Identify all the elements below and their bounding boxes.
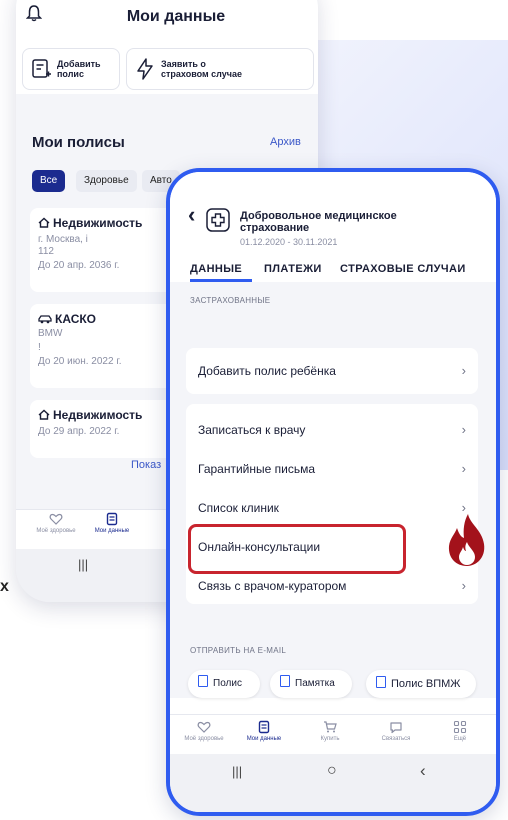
show-more-link[interactable]: Показ: [131, 459, 161, 471]
policy-title-row: Недвижимость: [38, 408, 142, 422]
policy-title: Недвижимость: [53, 216, 143, 230]
front-phone: ‹ Добровольное медицинское страхование 0…: [166, 168, 500, 816]
policy-dates: 01.12.2020 - 30.11.2021: [240, 237, 338, 247]
nav-contact[interactable]: Связаться: [366, 720, 426, 742]
heart-icon: [49, 513, 63, 525]
filter-chip-all[interactable]: Все: [32, 170, 66, 192]
policy-title: Недвижимость: [53, 408, 143, 422]
row-label: Список клиник: [198, 501, 279, 515]
policy-title: Добровольное медицинское страхование: [240, 210, 397, 234]
chevron-right-icon: ›: [461, 363, 466, 378]
fire-icon: [448, 514, 485, 566]
document-icon: [106, 512, 118, 526]
policy-until: До 20 апр. 2036 г.: [38, 260, 120, 271]
nav-label: Связаться: [381, 736, 411, 742]
email-button-label: Полис: [213, 678, 242, 689]
nav-my-health[interactable]: Моё здоровье: [174, 720, 234, 742]
system-back-button[interactable]: ‹: [420, 761, 426, 781]
row-label: Добавить полис ребёнка: [198, 364, 336, 378]
email-button-label: Памятка: [295, 678, 335, 689]
tab-insurance-cases[interactable]: СТРАХОВЫЕ СЛУЧАИ: [340, 263, 466, 275]
policy-number: 112: [38, 246, 54, 257]
email-vpmzh-button[interactable]: Полис ВПМЖ: [366, 670, 476, 698]
page-title: Мои данные: [126, 8, 226, 25]
document-icon: [376, 676, 386, 688]
front-system-nav: ||| ○ ‹: [170, 754, 496, 812]
archive-link[interactable]: Архив: [270, 136, 301, 148]
service-row-book-doctor[interactable]: Записаться к врачу ›: [186, 404, 478, 444]
chat-icon: [390, 722, 402, 734]
nav-label: Мои данные: [246, 736, 282, 742]
nav-label: Моё здоровье: [184, 736, 224, 742]
tab-data[interactable]: ДАННЫЕ: [190, 263, 242, 275]
row-label: Связь с врачом-куратором: [198, 579, 347, 593]
email-button-label: Полис ВПМЖ: [391, 678, 461, 690]
nav-buy[interactable]: Купить: [300, 720, 360, 742]
lightning-icon: [137, 58, 153, 80]
filter-chip-health[interactable]: Здоровье: [76, 170, 137, 192]
document-icon: [198, 675, 208, 687]
recents-button[interactable]: |||: [78, 557, 88, 572]
nav-label: Моё здоровье: [36, 528, 76, 534]
chevron-right-icon: ›: [461, 422, 466, 437]
policy-address: г. Москва, і: [38, 234, 88, 245]
nav-label: Ещё: [453, 736, 467, 742]
report-claim-label: Заявить о страховом случае: [161, 59, 242, 79]
grid-icon: [453, 720, 467, 734]
cut-off-text: х: [0, 578, 9, 595]
document-icon: [258, 720, 270, 734]
car-icon: [38, 315, 52, 324]
recents-button[interactable]: |||: [232, 764, 242, 779]
email-policy-button[interactable]: Полис: [188, 670, 260, 698]
policy-until: До 29 апр. 2022 г.: [38, 426, 120, 437]
add-child-policy-row[interactable]: Добавить полис ребёнка ›: [186, 348, 478, 394]
email-section-label: ОТПРАВИТЬ НА E-MAIL: [190, 646, 287, 655]
policies-title: Мои полисы: [32, 134, 125, 151]
policy-car-model: BMW: [38, 328, 63, 339]
nav-my-health[interactable]: Моё здоровье: [26, 512, 86, 534]
home-button[interactable]: ○: [327, 762, 337, 780]
service-row-clinic-list[interactable]: Список клиник ›: [186, 484, 478, 524]
medical-cross-icon: [206, 208, 230, 232]
row-label: Гарантийные письма: [198, 462, 316, 476]
tab-payments[interactable]: ПЛАТЕЖИ: [264, 263, 322, 275]
house-icon: [38, 217, 50, 228]
heart-icon: [197, 721, 211, 733]
nav-my-data[interactable]: Мои данные: [82, 512, 142, 534]
insured-section-label: ЗАСТРАХОВАННЫЕ: [190, 296, 271, 305]
document-icon: [280, 675, 290, 687]
email-memo-button[interactable]: Памятка: [270, 670, 352, 698]
back-arrow-icon[interactable]: ‹: [188, 202, 195, 228]
policy-until: До 20 июн. 2022 г.: [38, 356, 122, 367]
bell-icon[interactable]: [26, 4, 42, 22]
service-row-guarantee-letters[interactable]: Гарантийные письма ›: [186, 444, 478, 484]
nav-label: Мои данные: [94, 528, 130, 534]
report-claim-button[interactable]: Заявить о страховом случае: [126, 48, 314, 90]
nav-my-data[interactable]: Мои данные: [234, 720, 294, 742]
row-label: Записаться к врачу: [198, 423, 306, 437]
add-policy-button[interactable]: Добавить полис: [22, 48, 120, 90]
chevron-right-icon: ›: [461, 461, 466, 476]
add-policy-label: Добавить полис: [57, 59, 101, 79]
nav-more[interactable]: Ещё: [430, 720, 490, 742]
highlight-frame: [188, 524, 406, 574]
policy-title: КАСКО: [55, 312, 97, 326]
nav-label: Купить: [320, 736, 340, 742]
add-document-icon: [32, 59, 51, 78]
house-icon: [38, 409, 50, 420]
policy-title-row: КАСКО: [38, 312, 96, 326]
cart-icon: [324, 721, 337, 733]
policy-title-row: Недвижимость: [38, 216, 142, 230]
policy-mark: !: [38, 342, 41, 353]
chevron-right-icon: ›: [461, 578, 466, 593]
services-card: Записаться к врачу › Гарантийные письма …: [186, 404, 478, 604]
